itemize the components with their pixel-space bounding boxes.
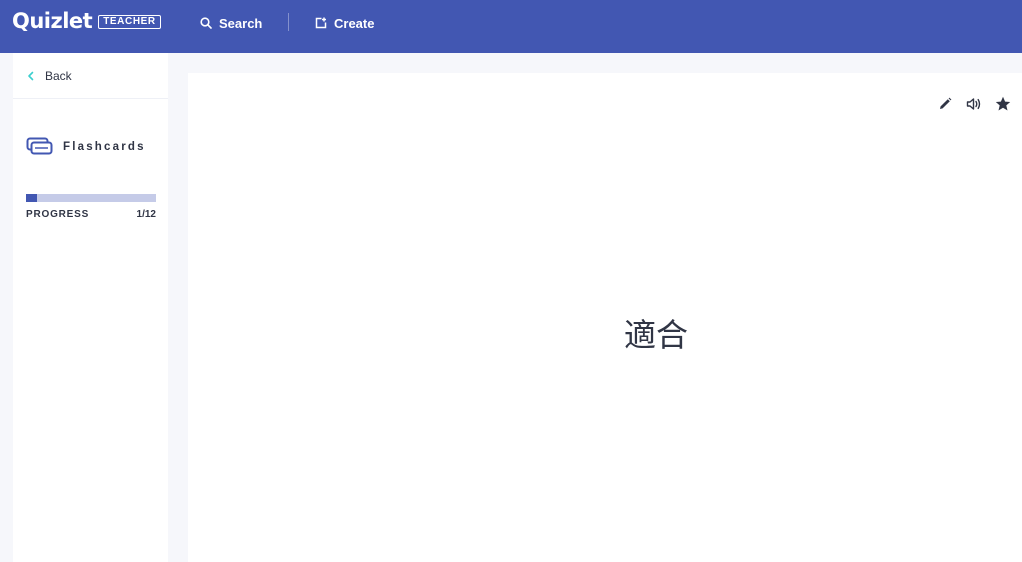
study-mode-selector[interactable]: Flashcards [26,137,146,156]
nav-divider [288,13,289,31]
search-label: Search [219,15,263,31]
flashcards-icon [26,137,53,155]
progress-bar-fill [26,194,37,202]
create-icon [315,17,327,29]
progress-label: PROGRESS [26,209,90,220]
search-nav-button[interactable]: Search [200,14,262,32]
sidebar: Back Flashcards PROGRESS 1/12 [13,53,168,562]
flashcard[interactable]: 適合 [188,73,1022,562]
card-face: 適合 [188,73,1022,562]
logo-text: Quizlet [12,9,93,33]
flashcard-term: 適合 [624,316,689,354]
chevron-left-icon [28,71,34,80]
back-button[interactable]: Back [13,53,168,99]
create-nav-button[interactable]: Create [315,14,374,32]
quizlet-logo[interactable]: Quizlet TEACHER [12,9,161,33]
top-header: Quizlet TEACHER Search Create [0,0,1022,53]
search-icon [200,17,212,29]
progress-count: 1/12 [136,209,156,220]
create-label: Create [334,15,375,31]
flashcards-label: Flashcards [63,140,146,153]
teacher-badge: TEACHER [98,15,161,29]
back-label: Back [45,68,72,83]
progress-bar [26,194,156,202]
